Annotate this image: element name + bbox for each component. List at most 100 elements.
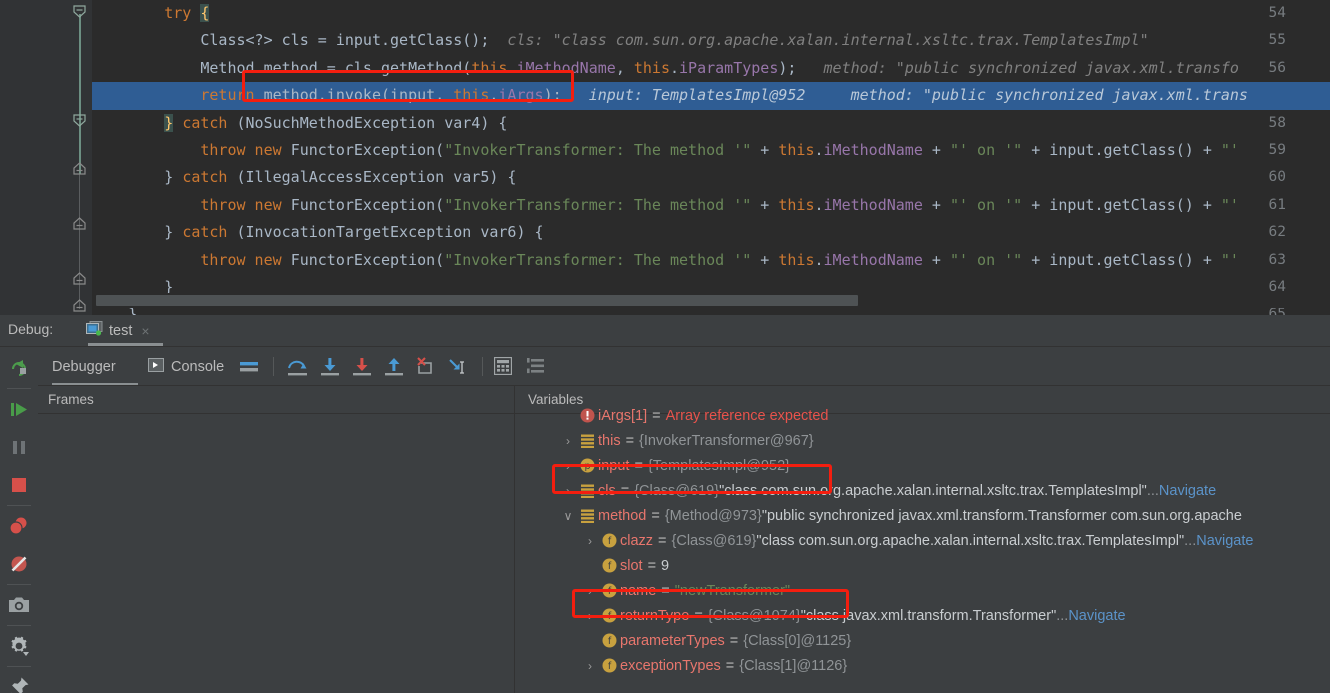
debugger-toolbar[interactable]: Debugger Console <box>38 347 1330 386</box>
variable-row[interactable]: › this = {InvokerTransformer@967} <box>546 428 1330 453</box>
variable-value: "public synchronized javax.xml.transform… <box>761 507 1242 524</box>
code-line[interactable]: throw new FunctorException("InvokerTrans… <box>92 192 1330 219</box>
code-line[interactable]: throw new FunctorException("InvokerTrans… <box>92 137 1330 164</box>
variable-row[interactable]: ∨ method = {Method@973} "public synchronize… <box>546 503 1330 528</box>
code-line[interactable]: } catch (NoSuchMethodException var4) { <box>92 110 1330 137</box>
tab-debugger[interactable]: Debugger <box>52 347 116 386</box>
code-token: throw new <box>200 250 291 269</box>
variables-tree[interactable]: iArgs[1] = Array reference expected › this ={… <box>546 399 1330 693</box>
variable-row[interactable]: › p input = {TemplatesImpl@952} <box>546 453 1330 478</box>
editor-hscroll-track[interactable] <box>92 293 1330 308</box>
code-line[interactable]: } catch (InvocationTargetException var6)… <box>92 219 1330 246</box>
close-icon[interactable]: × <box>141 323 149 339</box>
code-token: method.invoke(input, <box>263 86 454 105</box>
code-line[interactable]: throw new FunctorException("InvokerTrans… <box>92 247 1330 274</box>
variable-equals: = <box>651 507 660 524</box>
mute-breakpoints-icon[interactable] <box>239 357 259 377</box>
code-token: "' on '" <box>949 141 1023 159</box>
code-editor[interactable]: 545556575859606162636465 try { Class<?> … <box>0 0 1330 315</box>
mute-breakpoints-icon[interactable] <box>0 545 38 583</box>
debug-label: Debug: <box>8 321 54 337</box>
code-token: FunctorException( <box>290 141 445 159</box>
code-line[interactable]: Class<?> cls = input.getClass(); cls: "c… <box>92 27 1330 54</box>
debug-left-toolbar[interactable] <box>0 347 38 693</box>
variable-row[interactable]: f slot = 9 <box>546 553 1330 578</box>
code-token: + <box>751 250 779 269</box>
variable-equals: = <box>694 607 703 624</box>
run-to-cursor-icon[interactable] <box>448 357 468 377</box>
code-line[interactable]: Method method = cls.getMethod(this.iMeth… <box>92 55 1330 82</box>
code-text-area[interactable]: try { Class<?> cls = input.getClass(); c… <box>92 0 1330 315</box>
navigate-link[interactable]: Navigate <box>1068 608 1125 624</box>
variable-value: Array reference expected <box>665 407 829 424</box>
editor-hscroll-thumb[interactable] <box>96 295 858 306</box>
error-icon <box>576 408 598 423</box>
chevron-right-icon[interactable]: › <box>560 484 576 498</box>
debug-tool-window: Debug: test × Debugger Console Frames Va… <box>0 315 1330 693</box>
navigate-link[interactable]: Navigate <box>1196 533 1253 549</box>
step-out-icon[interactable] <box>384 357 404 377</box>
view-breakpoints-icon[interactable] <box>0 507 38 545</box>
variable-equals: = <box>634 457 643 474</box>
code-line[interactable]: try { <box>92 0 1330 27</box>
chevron-right-icon[interactable]: › <box>582 534 598 548</box>
chevron-right-icon[interactable]: › <box>560 434 576 448</box>
code-token: Class<?> cls <box>200 31 318 50</box>
variable-row[interactable]: › f exceptionTypes = {Class[1]@1126} <box>546 653 1330 678</box>
drop-frame-icon[interactable] <box>416 357 436 377</box>
camera-icon[interactable] <box>0 586 38 624</box>
fold-collapse-icon[interactable] <box>72 4 87 19</box>
step-into-icon[interactable] <box>320 357 340 377</box>
chevron-right-icon[interactable]: › <box>560 459 576 473</box>
frames-panel-header: Frames <box>48 392 94 407</box>
code-token: . <box>814 250 824 269</box>
variable-row[interactable]: f parameterTypes = {Class[0]@1125} <box>546 628 1330 653</box>
svg-text:p: p <box>584 461 590 472</box>
code-token: catch <box>182 168 237 187</box>
chevron-right-icon[interactable]: › <box>582 609 598 623</box>
code-token: + <box>751 195 779 214</box>
chevron-right-icon[interactable]: › <box>582 659 598 673</box>
force-step-into-icon[interactable] <box>352 357 372 377</box>
variable-name: method <box>598 507 647 524</box>
variable-equals: = <box>652 407 661 424</box>
variable-row[interactable]: › cls = {Class@619} "class com.sun.org.apac… <box>546 478 1330 503</box>
code-folding-column[interactable] <box>68 0 92 315</box>
pause-program-icon[interactable] <box>0 428 38 466</box>
variable-value: {TemplatesImpl@952} <box>647 457 790 474</box>
stop-icon[interactable] <box>0 466 38 504</box>
navigate-link[interactable]: Navigate <box>1159 483 1216 499</box>
variable-row[interactable]: › f returnType = {Class@1074} "class javax.x… <box>546 603 1330 628</box>
chevron-down-icon[interactable]: ∨ <box>560 509 576 523</box>
variable-equals: = <box>729 632 739 649</box>
variable-row[interactable]: › f name = "newTransformer" <box>546 578 1330 603</box>
code-token: FunctorException( <box>290 195 445 214</box>
fold-expand-icon-3[interactable] <box>72 271 87 286</box>
step-over-icon[interactable] <box>287 357 307 377</box>
tab-console[interactable]: Console <box>148 347 224 386</box>
fold-expand-icon-4[interactable] <box>72 298 87 313</box>
fold-expand-icon-2[interactable] <box>72 216 87 231</box>
code-line[interactable]: } catch (IllegalAccessException var5) { <box>92 164 1330 191</box>
variable-row[interactable]: iArgs[1] = Array reference expected <box>546 403 1330 428</box>
settings-icon[interactable] <box>0 627 38 665</box>
variable-value: {Class@619} <box>634 482 720 499</box>
variable-value: ... <box>1184 532 1197 549</box>
frames-variables-divider[interactable] <box>514 386 515 693</box>
code-token: iMethodName <box>823 195 923 214</box>
debug-session-tab[interactable]: test × <box>80 315 156 346</box>
resume-program-icon[interactable] <box>0 390 38 428</box>
fold-expand-icon-1[interactable] <box>72 161 87 176</box>
pin-tab-icon[interactable] <box>0 668 38 693</box>
code-line[interactable]: return method.invoke(input, this.iArgs);… <box>92 82 1330 110</box>
settings-layout-icon[interactable] <box>527 357 547 377</box>
code-token: + <box>922 195 950 214</box>
chevron-right-icon[interactable]: › <box>582 584 598 598</box>
rerun-icon[interactable] <box>0 349 38 387</box>
code-token: "' on '" <box>949 195 1023 214</box>
variable-row[interactable]: › f clazz = {Class@619} "class com.sun.org.a… <box>546 528 1330 553</box>
field-icon: f <box>598 583 620 598</box>
fold-collapse-icon-2[interactable] <box>72 113 87 128</box>
variable-equals: = <box>661 582 670 599</box>
evaluate-expression-icon[interactable] <box>493 356 514 377</box>
